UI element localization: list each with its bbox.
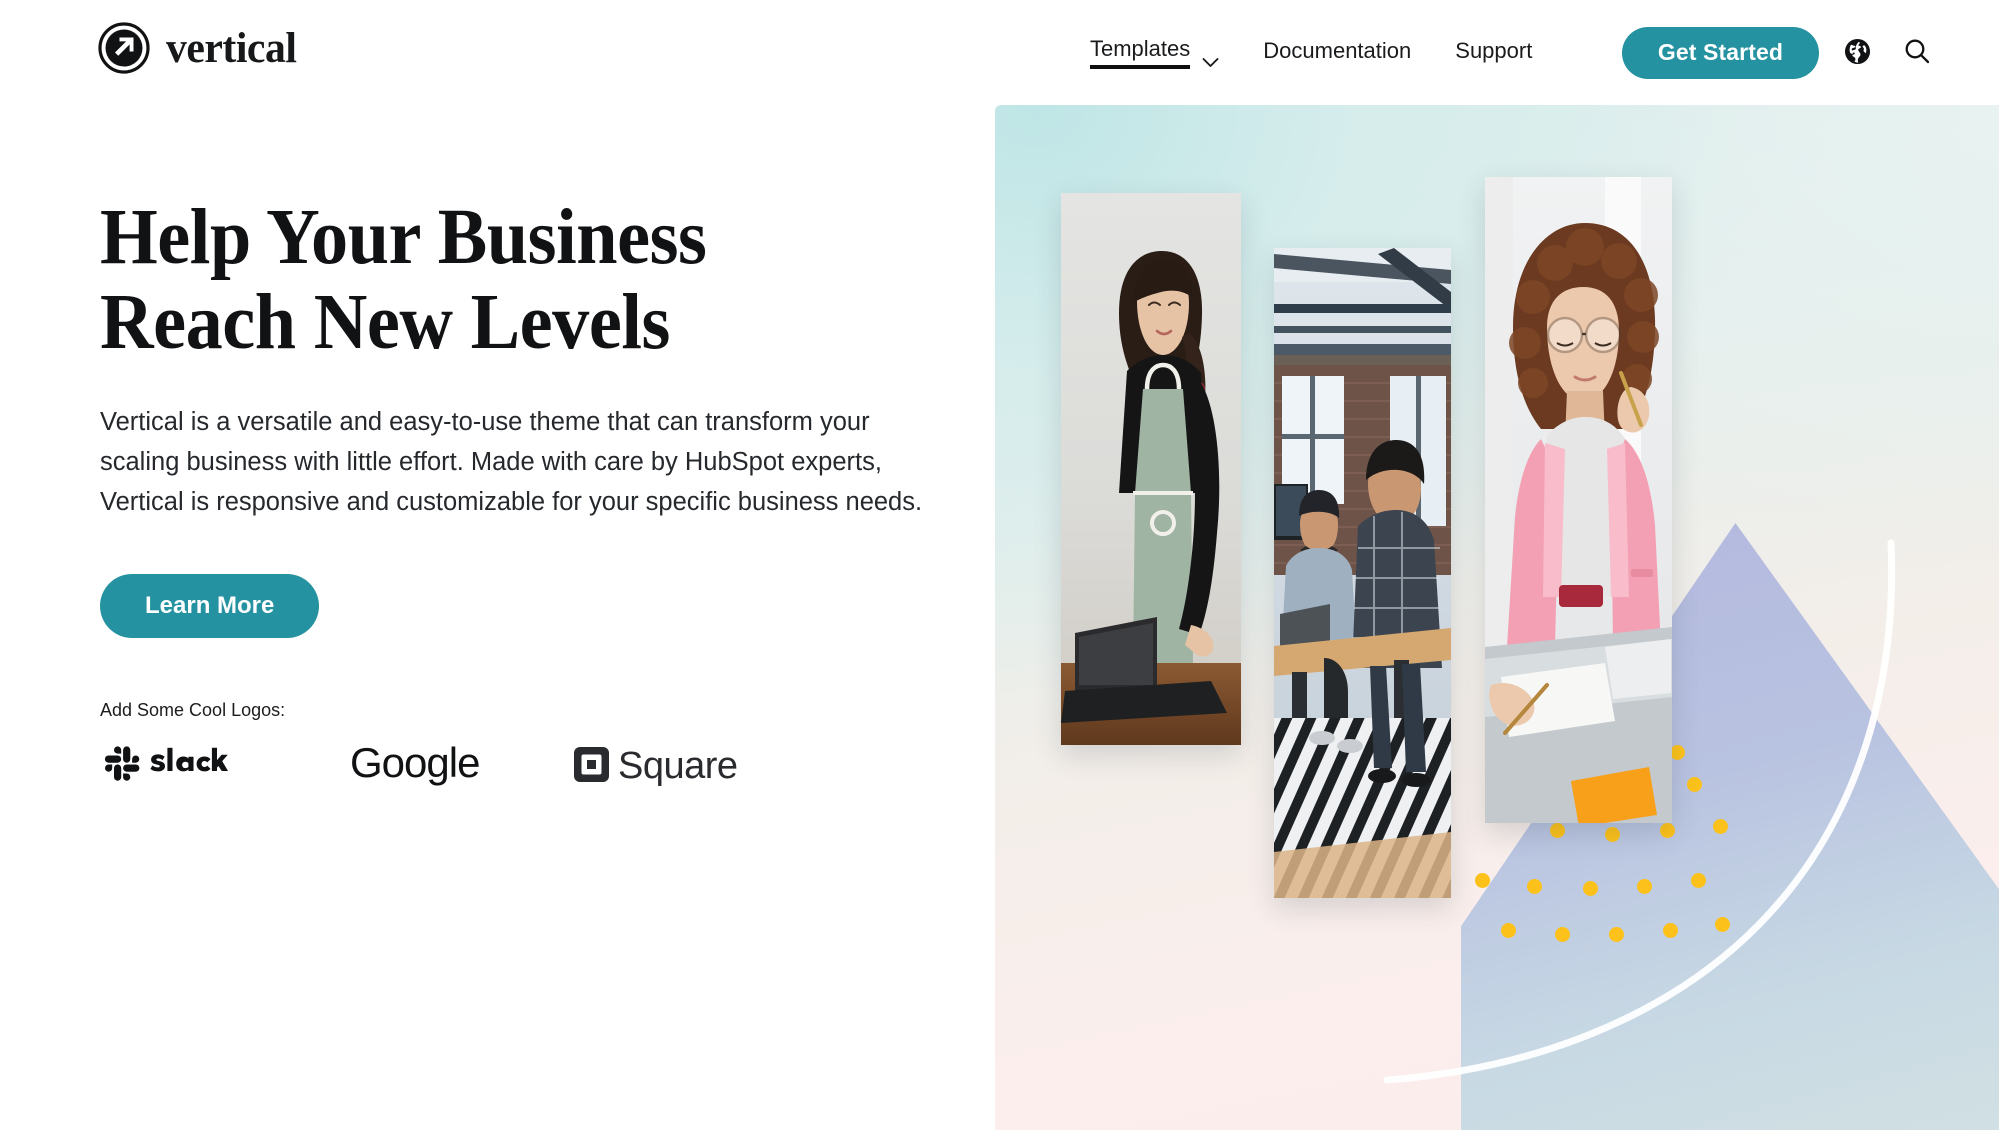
landing-page: vertical Templates Documentation Support… (0, 0, 1999, 1130)
circle-arrow-up-right-icon (98, 22, 150, 74)
main-navigation: Templates Documentation Support (1090, 0, 1532, 105)
logos-label: Add Some Cool Logos: (100, 699, 286, 720)
search-icon (1903, 37, 1931, 68)
nav-item-support[interactable]: Support (1455, 38, 1532, 67)
nav-item-label: Support (1455, 38, 1533, 63)
site-header: vertical Templates Documentation Support… (0, 0, 1999, 105)
hero-content: Help Your Business Reach New Levels Vert… (100, 195, 950, 787)
brand-name: vertical (166, 24, 297, 72)
globe-icon (1844, 38, 1871, 68)
hero-body-text: Vertical is a versatile and easy-to-use … (100, 407, 923, 516)
svg-text:Google: Google (350, 741, 479, 786)
photo-woman-pink-blazer-desk (1485, 177, 1672, 823)
brand-logo[interactable]: vertical (98, 22, 300, 74)
page-title: Help Your Business Reach New Levels (100, 195, 814, 366)
nav-item-label: Documentation (1263, 38, 1412, 63)
svg-text:Square: Square (618, 745, 738, 787)
headline-line-2: Reach New Levels (100, 279, 670, 367)
learn-more-button[interactable]: Learn More (100, 573, 320, 638)
square-logo: Square (573, 741, 748, 787)
photo-woman-apron-laptop (1061, 193, 1241, 745)
nav-item-documentation[interactable]: Documentation (1263, 38, 1411, 67)
photo-two-men-office-desk (1274, 248, 1451, 898)
search-button[interactable] (1895, 31, 1939, 75)
nav-item-label: Templates (1090, 36, 1191, 69)
get-started-button[interactable]: Get Started (1621, 26, 1819, 79)
partner-logos: Google Square (100, 741, 950, 787)
headline-line-1: Help Your Business (100, 194, 707, 281)
language-globe-button[interactable] (1835, 31, 1879, 75)
chevron-down-icon (1202, 48, 1219, 67)
google-logo: Google (350, 741, 495, 787)
hero-media-panel (995, 105, 1999, 1130)
header-actions: Get Started (1621, 0, 1939, 105)
slack-logo (100, 741, 272, 786)
nav-item-templates[interactable]: Templates (1090, 36, 1219, 69)
